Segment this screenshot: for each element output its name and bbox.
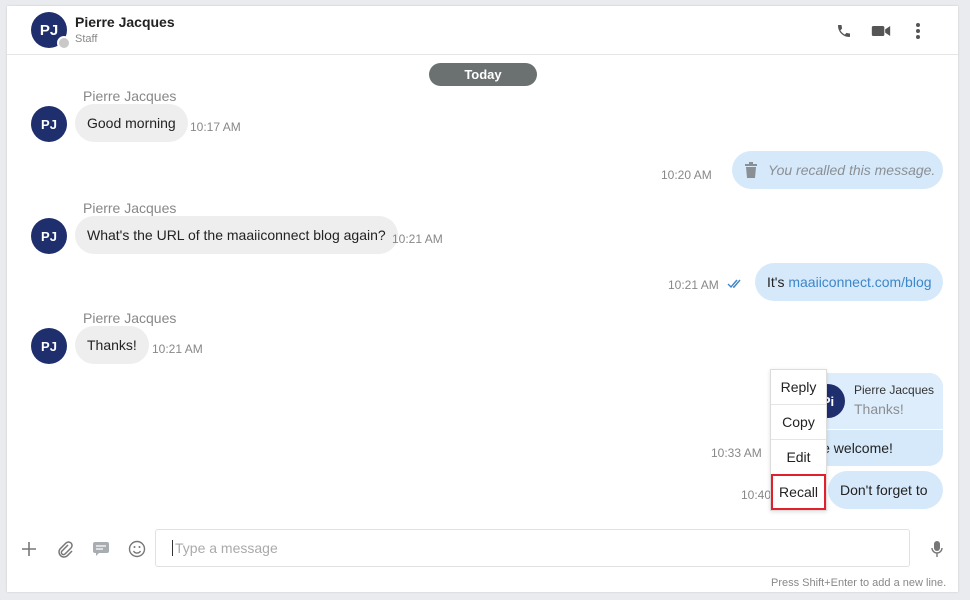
quoted-sender: Pierre Jacques bbox=[854, 383, 935, 397]
quoted-message[interactable]: Pi Pierre Jacques Thanks! bbox=[807, 373, 943, 429]
message-bubble[interactable]: It's maaiiconnect.com/blog bbox=[755, 263, 943, 301]
message-time: 10:21 AM bbox=[152, 342, 203, 356]
quoted-text: Thanks! bbox=[854, 401, 904, 417]
quote-divider bbox=[807, 429, 943, 430]
presence-status-dot bbox=[57, 36, 71, 50]
video-camera-icon[interactable] bbox=[870, 20, 892, 42]
chat-header: PJ Pierre Jacques Staff bbox=[7, 6, 958, 55]
composer-hint: Press Shift+Enter to add a new line. bbox=[771, 577, 947, 589]
message-sender: Pierre Jacques bbox=[83, 200, 177, 216]
message-bubble[interactable]: Don't forget to bbox=[828, 471, 943, 509]
phone-icon[interactable] bbox=[833, 20, 855, 42]
chat-window: PJ Pierre Jacques Staff Today Pierre Jac… bbox=[7, 6, 958, 592]
message-time: 10:40 bbox=[741, 488, 772, 502]
text-caret bbox=[172, 540, 173, 556]
message-input[interactable]: Type a message bbox=[155, 529, 910, 567]
blog-link[interactable]: maaiiconnect.com/blog bbox=[788, 274, 931, 290]
message-sender: Pierre Jacques bbox=[83, 88, 177, 104]
menu-item-copy[interactable]: Copy bbox=[771, 405, 826, 440]
sender-avatar[interactable]: PJ bbox=[31, 328, 67, 364]
menu-item-reply[interactable]: Reply bbox=[771, 370, 826, 405]
message-time: 10:21 AM bbox=[668, 278, 719, 292]
microphone-icon[interactable] bbox=[926, 538, 948, 560]
message-time: 10:20 AM bbox=[661, 168, 712, 182]
menu-item-edit[interactable]: Edit bbox=[771, 440, 826, 475]
paperclip-icon[interactable] bbox=[54, 538, 76, 560]
message-input-placeholder: Type a message bbox=[175, 540, 278, 556]
more-vertical-icon[interactable] bbox=[907, 20, 929, 42]
date-divider: Today bbox=[429, 63, 537, 86]
message-sender: Pierre Jacques bbox=[83, 310, 177, 326]
plus-icon[interactable] bbox=[18, 538, 40, 560]
sender-avatar[interactable]: PJ bbox=[31, 106, 67, 142]
recalled-message-bubble[interactable]: You recalled this message. bbox=[732, 151, 943, 189]
canned-response-icon[interactable] bbox=[90, 538, 112, 560]
menu-item-recall[interactable]: Recall bbox=[771, 474, 826, 510]
trash-icon bbox=[744, 162, 758, 178]
message-time: 10:17 AM bbox=[190, 120, 241, 134]
message-bubble[interactable]: Thanks! bbox=[75, 326, 149, 364]
message-time: 10:21 AM bbox=[392, 232, 443, 246]
message-time: 10:33 AM bbox=[711, 446, 762, 460]
contact-name[interactable]: Pierre Jacques bbox=[75, 14, 175, 30]
recalled-text: You recalled this message. bbox=[768, 162, 936, 178]
message-text: It's bbox=[767, 274, 789, 290]
read-receipt-icon bbox=[727, 277, 745, 295]
emoji-icon[interactable] bbox=[126, 538, 148, 560]
message-context-menu: Reply Copy Edit Recall bbox=[770, 369, 827, 511]
reply-message-bubble[interactable]: Pi Pierre Jacques Thanks! u're welcome! bbox=[807, 373, 943, 466]
message-bubble[interactable]: Good morning bbox=[75, 104, 188, 142]
sender-avatar[interactable]: PJ bbox=[31, 218, 67, 254]
contact-role: Staff bbox=[75, 33, 98, 45]
message-bubble[interactable]: What's the URL of the maaiiconnect blog … bbox=[75, 216, 398, 254]
